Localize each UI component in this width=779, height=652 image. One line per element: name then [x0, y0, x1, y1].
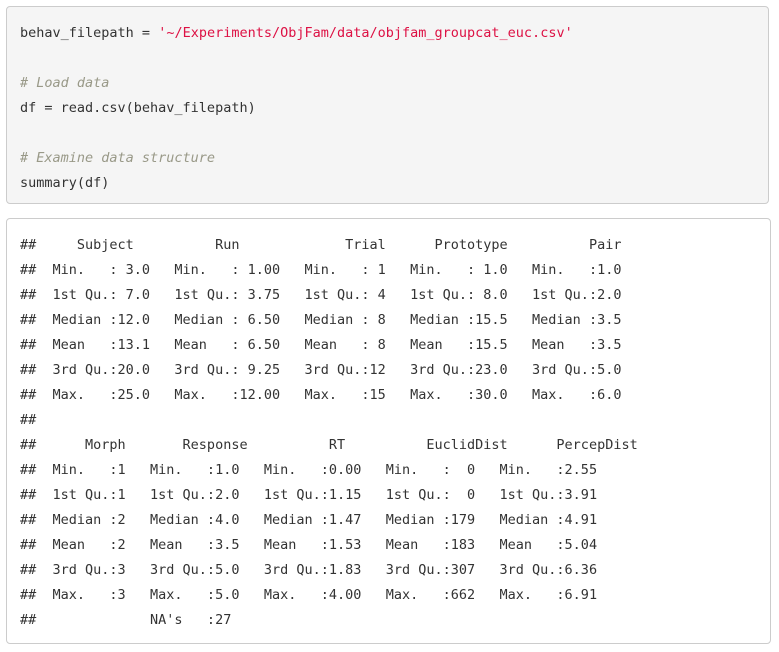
code-line-summary: summary(df): [20, 175, 110, 191]
output-line: ## Morph Response RT EuclidDist PercepDi…: [20, 437, 663, 453]
output-line: ## 3rd Qu.:20.0 3rd Qu.: 9.25 3rd Qu.:12…: [20, 362, 638, 378]
filepath-string: '~/Experiments/ObjFam/data/objfam_groupc…: [158, 25, 573, 41]
output-block: ## Subject Run Trial Prototype Pair ## M…: [6, 218, 771, 644]
output-line: ## NA's :27: [20, 612, 622, 628]
output-line: ## Max. :3 Max. :5.0 Max. :4.00 Max. :66…: [20, 587, 614, 603]
output-line: ## 1st Qu.: 7.0 1st Qu.: 3.75 1st Qu.: 4…: [20, 287, 638, 303]
code-line-read-csv: df = read.csv(behav_filepath): [20, 100, 256, 116]
output-line: ## Max. :25.0 Max. :12.00 Max. :15 Max. …: [20, 387, 638, 403]
comment-examine-data: # Examine data structure: [20, 150, 216, 166]
code-line-filepath: behav_filepath = '~/Experiments/ObjFam/d…: [20, 24, 573, 42]
comment-load-data: # Load data: [20, 75, 110, 91]
output-line: ## Subject Run Trial Prototype Pair: [20, 237, 646, 253]
output-line: ## Mean :13.1 Mean : 6.50 Mean : 8 Mean …: [20, 337, 638, 353]
output-line: ## Median :2 Median :4.0 Median :1.47 Me…: [20, 512, 614, 528]
output-line: ##: [20, 412, 630, 428]
variable-name: behav_filepath: [20, 25, 134, 41]
assign-operator: =: [133, 25, 159, 41]
output-line: ## Median :12.0 Median : 6.50 Median : 8…: [20, 312, 638, 328]
output-line: ## 1st Qu.:1 1st Qu.:2.0 1st Qu.:1.15 1s…: [20, 487, 614, 503]
output-line: ## Mean :2 Mean :3.5 Mean :1.53 Mean :18…: [20, 537, 614, 553]
output-line: ## 3rd Qu.:3 3rd Qu.:5.0 3rd Qu.:1.83 3r…: [20, 562, 614, 578]
code-block: behav_filepath = '~/Experiments/ObjFam/d…: [6, 6, 769, 204]
output-line: ## Min. : 3.0 Min. : 1.00 Min. : 1 Min. …: [20, 262, 638, 278]
output-line: ## Min. :1 Min. :1.0 Min. :0.00 Min. : 0…: [20, 462, 614, 478]
